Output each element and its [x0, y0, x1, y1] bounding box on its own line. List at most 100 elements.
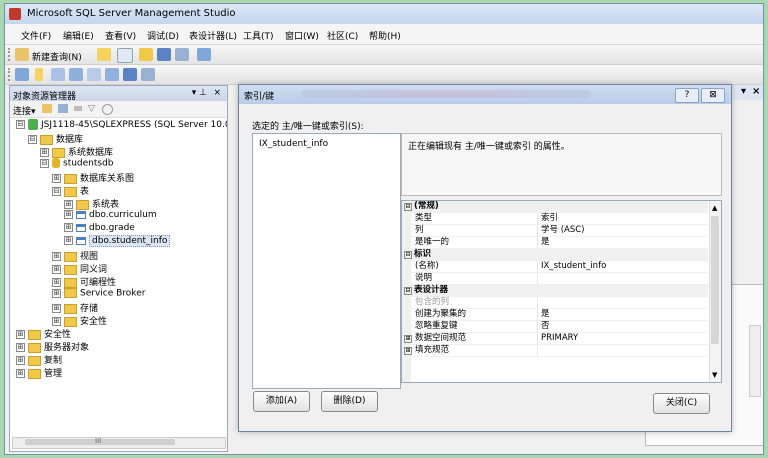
connect-icon[interactable] [42, 104, 52, 113]
spatial-index-icon[interactable] [141, 68, 155, 81]
check-constraints-icon[interactable] [123, 68, 137, 81]
property-category-general[interactable]: ⊟ (常规) [402, 201, 708, 213]
property-value[interactable]: IX_student_info [541, 261, 606, 272]
collapse-icon[interactable]: ⊟ [52, 187, 61, 196]
connect-button[interactable]: 连接▾ [13, 104, 36, 117]
new-file-icon[interactable] [117, 48, 133, 63]
property-row-fill-spec[interactable]: ⊞ 填充规范 [402, 345, 708, 357]
expand-icon[interactable]: ⊞ [52, 288, 61, 298]
property-row-name[interactable]: (名称) IX_student_info [402, 261, 708, 273]
index-list[interactable]: IX_student_info [252, 133, 401, 389]
save-icon[interactable] [157, 48, 171, 61]
relationships-icon[interactable] [51, 68, 65, 81]
tree-node-service-broker[interactable]: ⊞ Service Broker [52, 288, 145, 301]
fulltext-index-icon[interactable] [87, 68, 101, 81]
menu-help[interactable]: 帮助(H) [369, 29, 401, 42]
tree-node-synonyms[interactable]: ⊞ 同义词 [52, 262, 107, 275]
index-list-item[interactable]: IX_student_info [259, 139, 328, 149]
vertical-scrollbar[interactable] [749, 325, 761, 397]
open-file-icon[interactable] [139, 48, 153, 61]
tree-node-views[interactable]: ⊞ 视图 [52, 249, 98, 262]
tree-node-management[interactable]: ⊞ 管理 [16, 366, 62, 379]
new-query-button[interactable]: 新建查询(N) [32, 50, 82, 63]
expand-icon[interactable]: ⊞ [52, 265, 61, 274]
property-row-create-clustered[interactable]: 创建为聚集的 是 [402, 309, 708, 321]
tree-node-programmability[interactable]: ⊞ 可编程性 [52, 275, 116, 288]
property-row-included-columns[interactable]: 包含的列 [402, 297, 708, 309]
expand-icon[interactable]: ⊞ [64, 200, 73, 209]
collapse-icon[interactable]: ⊟ [40, 158, 49, 168]
tree-node-db-security[interactable]: ⊞ 安全性 [52, 314, 107, 327]
tab-dropdown-icon[interactable]: ▾ [741, 86, 746, 97]
menu-table-designer[interactable]: 表设计器(L) [189, 29, 237, 42]
tree-node-replication[interactable]: ⊞ 复制 [16, 353, 62, 366]
collapse-icon[interactable]: ⊟ [404, 287, 412, 295]
expand-icon[interactable]: ⊞ [64, 236, 73, 245]
property-grid[interactable]: ⊟ (常规) 类型 索引 列学号 (ASC) 是唯一的是 ⊟ 标识 (名称) IX_st… [401, 200, 722, 383]
scroll-down-icon[interactable]: ▼ [712, 371, 717, 379]
tree-node-tables[interactable]: ⊟ 表 [52, 184, 89, 197]
property-category-table-designer[interactable]: ⊟ 表设计器 [402, 285, 708, 297]
expand-icon[interactable]: ⊞ [16, 369, 25, 378]
expand-icon[interactable]: ⊞ [16, 356, 25, 365]
property-row-ignore-duplicate-keys[interactable]: 忽略重复键 否 [402, 321, 708, 333]
menu-view[interactable]: 查看(V) [105, 29, 136, 42]
collapse-icon[interactable]: ⊟ [404, 251, 412, 259]
pin-icon[interactable]: ▾ ⊥ [192, 88, 207, 98]
menu-tools[interactable]: 工具(T) [243, 29, 274, 42]
tree-node-studentsdb[interactable]: ⊟ studentsdb [40, 158, 114, 171]
tree-node-security[interactable]: ⊞ 安全性 [16, 327, 71, 340]
activity-monitor-icon[interactable] [197, 48, 211, 61]
database-engine-query-icon[interactable] [97, 48, 111, 61]
tree-node-databases[interactable]: ⊟ 数据库 [28, 132, 83, 145]
collapse-icon[interactable]: ⊟ [28, 135, 37, 144]
indexes-keys-icon[interactable] [69, 68, 83, 81]
menu-window[interactable]: 窗口(W) [285, 29, 319, 42]
expand-icon[interactable]: ⊞ [52, 304, 61, 313]
expand-icon[interactable]: ⊞ [64, 223, 73, 232]
expand-icon[interactable]: ⊞ [52, 252, 61, 261]
expand-icon[interactable]: ⊞ [52, 317, 61, 326]
property-category-identity[interactable]: ⊟ 标识 [402, 249, 708, 261]
expand-icon[interactable]: ⊞ [64, 210, 73, 219]
property-row-description[interactable]: 说明 [402, 273, 708, 285]
property-row-columns[interactable]: 列 学号 (ASC) [402, 225, 708, 237]
property-value[interactable]: 学号 (ASC) [541, 225, 584, 236]
expand-icon[interactable]: ⊞ [404, 335, 412, 343]
property-row-data-space[interactable]: ⊞ 数据空间规范 PRIMARY [402, 333, 708, 345]
primary-key-icon[interactable] [35, 68, 43, 81]
property-grid-scrollbar[interactable]: ▲ ▼ [709, 201, 721, 382]
expand-icon[interactable]: ⊞ [404, 347, 412, 355]
expand-icon[interactable]: ⊞ [40, 148, 49, 157]
tree-node-system-databases[interactable]: ⊞ 系统数据库 [40, 145, 113, 158]
disconnect-icon[interactable] [58, 104, 68, 113]
horizontal-scrollbar[interactable]: III [12, 437, 226, 449]
menu-edit[interactable]: 编辑(E) [63, 29, 94, 42]
filter-icon[interactable]: ▽ [88, 104, 95, 114]
tree-node-server[interactable]: ⊟ JSJ1118-45\SQLEXPRESS (SQL Server 10.0 [16, 119, 227, 132]
tree-node-storage[interactable]: ⊞ 存储 [52, 301, 98, 314]
property-value[interactable]: PRIMARY [541, 333, 578, 344]
menu-file[interactable]: 文件(F) [21, 29, 51, 42]
property-value[interactable]: 是 [541, 237, 550, 248]
new-query-icon[interactable] [15, 48, 29, 61]
property-value[interactable]: 索引 [541, 213, 558, 224]
close-button[interactable]: 关闭(C) [653, 393, 710, 414]
expand-icon[interactable]: ⊞ [16, 343, 25, 352]
collapse-icon[interactable]: ⊟ [16, 120, 25, 129]
stop-icon[interactable] [74, 106, 82, 111]
collapse-icon[interactable]: ⊟ [404, 203, 412, 211]
property-row-type[interactable]: 类型 索引 [402, 213, 708, 225]
help-button[interactable]: ? [675, 88, 699, 103]
refresh-icon[interactable] [102, 104, 113, 115]
tree-node-system-tables[interactable]: ⊞ 系统表 [64, 197, 119, 210]
expand-icon[interactable]: ⊞ [52, 278, 61, 287]
menu-community[interactable]: 社区(C) [327, 29, 358, 42]
menu-debug[interactable]: 调试(D) [147, 29, 179, 42]
close-icon[interactable]: × [213, 88, 221, 98]
dialog-close-button[interactable]: ⊠ [701, 88, 725, 103]
generate-change-script-icon[interactable] [15, 68, 29, 81]
delete-button[interactable]: 删除(D) [321, 391, 378, 412]
tree-node-server-objects[interactable]: ⊞ 服务器对象 [16, 340, 89, 353]
tree-node-table-curriculum[interactable]: ⊞ dbo.curriculum [64, 210, 157, 223]
